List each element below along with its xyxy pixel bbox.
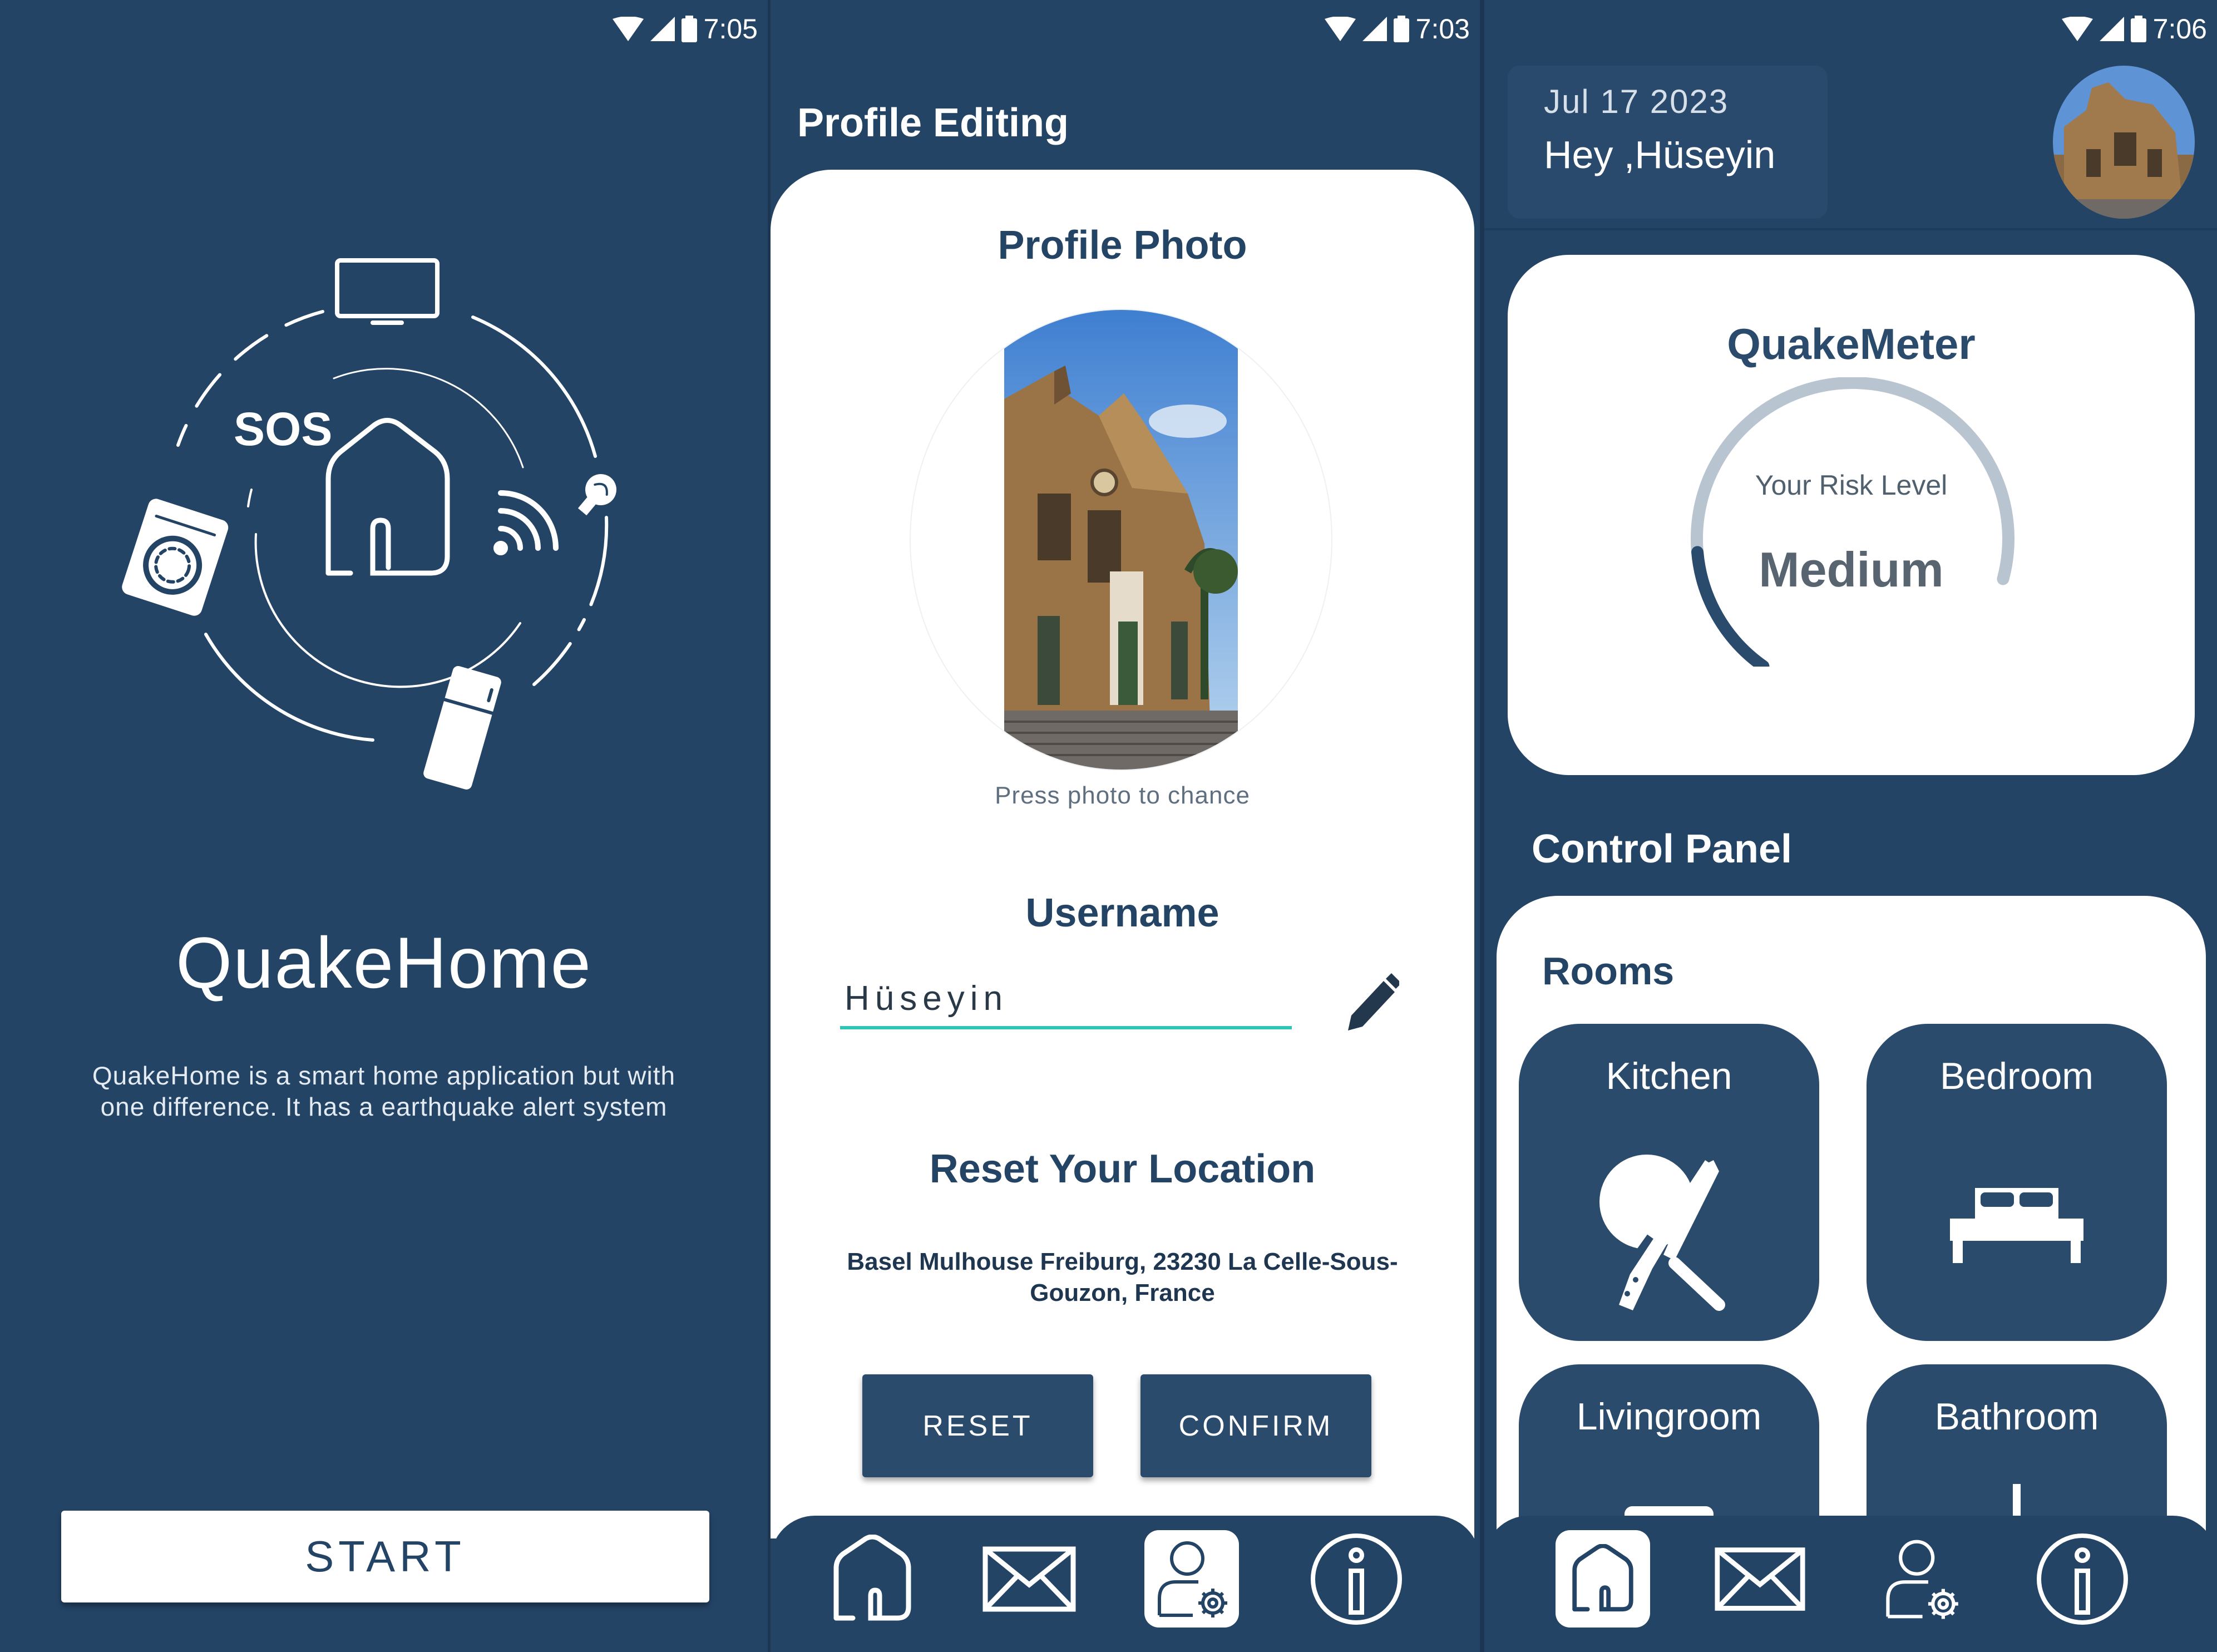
smart-home-illustration: SOS [122,258,616,790]
welcome-screen: 7:05 SOS QuakeHome QuakeHome is a smart … [0,0,768,1652]
rooms-label: Rooms [1542,949,1675,993]
confirm-button[interactable]: CONFIRM [1140,1374,1371,1477]
nav-info[interactable] [1309,1530,1404,1628]
profile-settings-icon [1158,1541,1227,1618]
status-bar: 7:03 [1324,7,1470,51]
risk-level-label: Your Risk Level [1755,470,1948,501]
control-panel: Rooms Kitchen Bedroom Livingroom Bathroo… [1497,896,2206,1652]
address-text: Basel Mulhouse Freiburg, 23230 La Celle-… [847,1248,1398,1306]
church-photo [1004,310,1238,770]
nav-mail[interactable] [982,1530,1077,1628]
info-icon [1311,1533,1402,1625]
control-panel-title: Control Panel [1532,827,1793,871]
profile-editing-screen: 7:03 Profile Editing Profile Photo Press… [771,0,1480,1652]
reset-button[interactable]: RESET [862,1374,1093,1477]
nav-info[interactable] [2035,1530,2130,1628]
location-title: Reset Your Location [929,1147,1316,1191]
signal-icon [650,17,675,41]
mail-icon [982,1546,1076,1611]
status-time: 7:05 [703,13,758,45]
start-button[interactable]: START [61,1511,709,1602]
risk-gauge [1691,377,2014,667]
battery-icon [2130,16,2146,42]
status-bar: 7:05 [612,7,758,51]
wifi-icon [493,490,559,555]
dashboard-screen: 7:06 Jul 17 2023 Hey ,Hüseyin QuakeMeter… [1484,0,2217,1652]
header-separator [1484,228,2217,230]
room-kitchen[interactable]: Kitchen [1519,1024,1819,1341]
gauge-track [1691,377,2014,667]
username-input[interactable] [840,971,1292,1029]
edit-pencil-icon[interactable] [1344,971,1399,1035]
date-text: Jul 17 2023 [1544,83,1729,120]
home-icon [1572,1544,1633,1612]
status-time: 7:03 [1415,13,1470,45]
nav-profile-settings[interactable] [1144,1530,1239,1628]
kitchen-icon [1599,1155,1725,1311]
battery-icon [1393,16,1409,42]
signal-icon [1362,17,1387,41]
battery-icon [681,16,697,42]
wifi-status-icon [2061,17,2093,41]
greeting-text: Hey ,Hüseyin [1544,133,1776,176]
home-icon [325,418,450,576]
risk-level-value: Medium [1759,542,1944,597]
nav-mail[interactable] [1712,1530,1807,1628]
status-bar: 7:06 [2061,7,2207,51]
tv-icon [335,258,440,325]
username-title: Username [1025,891,1219,935]
room-name: Livingroom [1576,1395,1762,1438]
nav-home[interactable] [1556,1530,1650,1628]
room-name: Bedroom [1940,1055,2093,1097]
app-description: QuakeHome is a smart home application bu… [92,1061,676,1121]
signal-icon [2099,17,2124,41]
bulb-icon [577,474,616,516]
bed-icon [1950,1188,2083,1263]
greeting-card: Jul 17 2023 Hey ,Hüseyin [1508,66,1828,219]
wifi-status-icon [612,17,644,41]
profile-card: Profile Photo Press photo to chance User… [771,170,1474,1538]
avatar-photo [2053,66,2195,219]
status-time: 7:06 [2152,13,2207,45]
page-title: Profile Editing [797,101,1069,145]
room-bedroom[interactable]: Bedroom [1867,1024,2167,1341]
mail-icon [1714,1547,1805,1611]
info-icon [2037,1533,2128,1625]
wifi-status-icon [1324,17,1356,41]
screen-divider [1480,0,1484,1652]
profile-settings-icon [1885,1540,1958,1619]
avatar[interactable] [2053,66,2195,219]
room-name: Bathroom [1934,1395,2099,1438]
home-icon [833,1534,911,1620]
quakemeter-title: QuakeMeter [1727,319,1976,368]
profile-photo-title: Profile Photo [998,223,1247,268]
nav-home[interactable] [825,1530,920,1628]
app-title: QuakeHome [176,922,592,1003]
profile-photo[interactable] [910,309,1332,771]
nav-profile-settings[interactable] [1874,1530,1968,1628]
sos-icon: SOS [234,403,332,455]
room-name: Kitchen [1606,1055,1732,1097]
washing-machine-icon [122,499,229,616]
photo-hint: Press photo to chance [995,782,1250,809]
quakemeter-card: QuakeMeter Your Risk Level Medium [1508,255,2195,775]
